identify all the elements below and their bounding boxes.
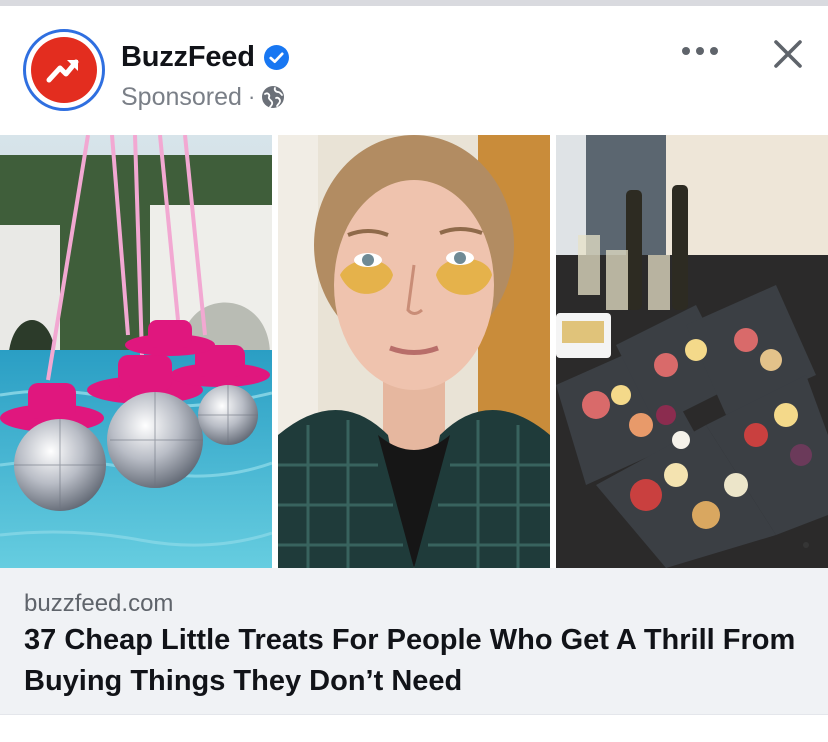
carousel-images[interactable] xyxy=(0,135,828,568)
meta-separator: · xyxy=(247,84,256,109)
photo-charcuterie-boards[interactable] xyxy=(556,135,828,568)
post-header: BuzzFeed Sponsored · xyxy=(0,6,828,135)
buzzfeed-trending-arrow-icon xyxy=(31,37,97,103)
close-icon[interactable] xyxy=(768,34,808,74)
page-avatar[interactable] xyxy=(23,29,105,111)
link-preview[interactable]: buzzfeed.com 37 Cheap Little Treats For … xyxy=(0,568,828,714)
page-name-row: BuzzFeed xyxy=(121,40,289,74)
link-headline[interactable]: 37 Cheap Little Treats For People Who Ge… xyxy=(24,620,804,702)
link-domain: buzzfeed.com xyxy=(24,590,174,617)
page-name[interactable]: BuzzFeed xyxy=(121,41,255,74)
more-options-icon[interactable] xyxy=(678,36,722,66)
verified-badge-icon xyxy=(263,44,289,70)
photo-pink-cowboy-hat-disco-balls[interactable] xyxy=(0,135,272,568)
post-meta: Sponsored · xyxy=(121,82,285,112)
photo-woman-gold-eye-patches[interactable] xyxy=(278,135,550,568)
sponsored-label[interactable]: Sponsored xyxy=(121,83,242,112)
bottom-divider xyxy=(0,714,828,742)
globe-icon[interactable] xyxy=(261,85,285,109)
